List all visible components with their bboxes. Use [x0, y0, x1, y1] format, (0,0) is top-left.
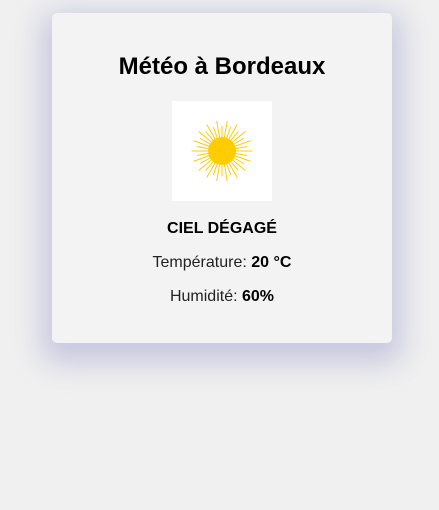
temperature-line: Température: 20 °C — [52, 253, 392, 273]
temperature-value: 20 °C — [251, 254, 292, 271]
weather-condition: CIEL DÉGAGÉ — [167, 220, 277, 237]
humidity-value: 60% — [242, 288, 275, 305]
sun-icon — [172, 101, 272, 201]
humidity-line: Humidité: 60% — [52, 287, 392, 307]
sun-ray — [193, 154, 212, 162]
sun-ray — [232, 154, 251, 162]
sun-ray — [232, 140, 251, 148]
temperature-label: Température: — [152, 254, 252, 271]
page: Météo à Bordeaux CIEL DÉGAGÉ Température… — [0, 0, 439, 510]
sun-ray — [193, 140, 212, 148]
weather-card: Météo à Bordeaux CIEL DÉGAGÉ Température… — [52, 13, 392, 343]
humidity-label: Humidité: — [169, 288, 242, 305]
weather-title: Météo à Bordeaux — [118, 53, 326, 80]
